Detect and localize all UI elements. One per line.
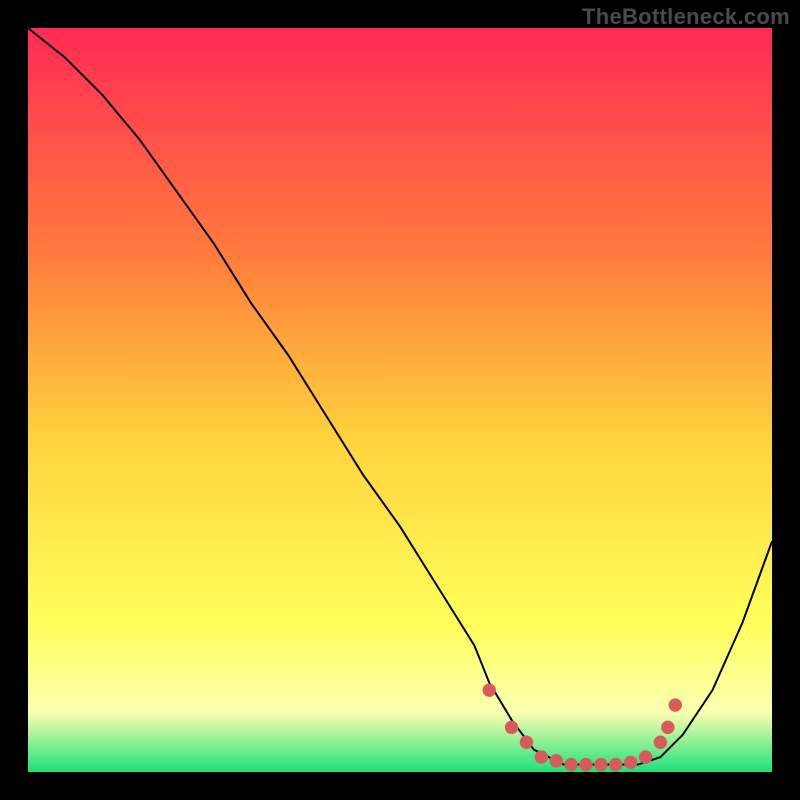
dot — [535, 750, 548, 763]
chart-root: TheBottleneck.com — [0, 0, 800, 800]
dot — [520, 736, 533, 749]
plot-area — [28, 28, 772, 772]
watermark-text: TheBottleneck.com — [582, 4, 790, 30]
dot — [564, 758, 577, 771]
dot — [639, 750, 652, 763]
dot — [624, 756, 637, 769]
chart-svg — [28, 28, 772, 772]
dot — [654, 736, 667, 749]
dot — [550, 754, 563, 767]
dot — [483, 683, 496, 696]
dot — [609, 758, 622, 771]
dot — [505, 721, 518, 734]
dot — [661, 721, 674, 734]
dot — [669, 698, 682, 711]
flat-region-dots — [483, 683, 682, 771]
dot — [579, 758, 592, 771]
dot — [594, 758, 607, 771]
bottleneck-curve — [28, 28, 772, 765]
